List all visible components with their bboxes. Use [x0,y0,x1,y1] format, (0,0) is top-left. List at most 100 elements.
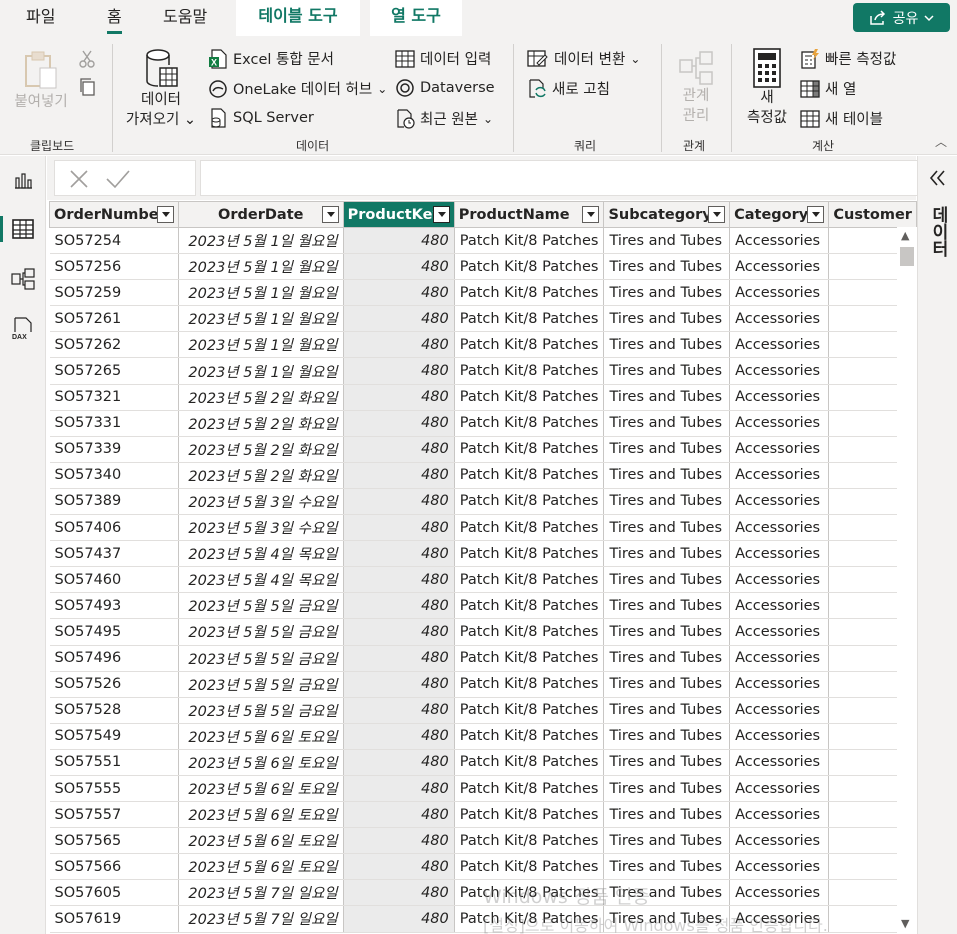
table-cell[interactable]: Tires and Tubes [603,384,731,411]
get-data-button[interactable]: 데이터 가져오기 ⌄ [120,48,202,130]
table-cell[interactable]: Accessories [729,436,830,463]
table-cell[interactable]: Patch Kit/8 Patches [454,410,605,437]
new-column-button[interactable]: 새 열 [800,78,856,99]
table-cell[interactable]: 2023년 5월 5일 금요일 [178,592,344,620]
table-row[interactable]: SO57261 2023년 5월 1일 월요일 480 Patch Kit/8 Pat… [49,305,917,333]
table-cell[interactable]: 480 [343,827,455,855]
new-measure-button[interactable]: 새 측정값 [738,48,796,128]
table-cell[interactable]: Tires and Tubes [603,697,731,724]
table-cell[interactable]: SO57555 [49,775,179,803]
table-cell[interactable]: SO57262 [49,331,179,359]
table-cell[interactable]: SO57259 [49,279,179,307]
column-header[interactable]: Category [729,201,830,228]
column-header[interactable]: Customer [828,201,917,228]
table-cell[interactable]: Tires and Tubes [603,723,731,750]
tab-help[interactable]: 도움말 [163,5,207,35]
table-cell[interactable]: SO57528 [49,697,179,724]
table-cell[interactable]: Accessories [729,279,830,307]
table-cell[interactable]: 480 [343,566,455,594]
table-cell[interactable]: Accessories [729,723,830,750]
table-cell[interactable]: 480 [343,697,455,724]
table-cell[interactable]: Patch Kit/8 Patches [454,514,605,542]
table-cell[interactable]: SO57557 [49,801,179,829]
table-cell[interactable]: Patch Kit/8 Patches [454,775,605,803]
table-cell[interactable]: Accessories [729,357,830,385]
table-row[interactable]: SO57339 2023년 5월 2일 화요일 480 Patch Kit/8 Pat… [49,436,917,463]
table-cell[interactable]: Accessories [729,384,830,411]
sql-server-button[interactable]: SQL Server [208,108,314,128]
table-cell[interactable]: 2023년 5월 3일 수요일 [178,514,344,542]
table-cell[interactable]: SO57437 [49,540,179,568]
table-cell[interactable]: Tires and Tubes [603,279,731,307]
table-cell[interactable]: 480 [343,853,455,881]
table-row[interactable]: SO57259 2023년 5월 1일 월요일 480 Patch Kit/8 Pat… [49,279,917,307]
column-header[interactable]: ProductKey [342,201,455,228]
table-cell[interactable]: Tires and Tubes [603,853,731,881]
table-row[interactable]: SO57340 2023년 5월 2일 화요일 480 Patch Kit/8 Pat… [49,462,917,489]
table-row[interactable]: SO57551 2023년 5월 6일 토요일 480 Patch Kit/8 Pat… [49,749,917,776]
vertical-scrollbar[interactable]: ▲ ▼ [897,227,917,934]
table-cell[interactable]: Tires and Tubes [603,540,731,568]
table-row[interactable]: SO57555 2023년 5월 6일 토요일 480 Patch Kit/8 Pat… [49,775,917,803]
table-cell[interactable]: 480 [343,801,455,829]
table-cell[interactable]: 480 [343,671,455,698]
table-cell[interactable]: Tires and Tubes [603,488,731,516]
table-cell[interactable]: SO57551 [49,749,179,776]
filter-dropdown-icon[interactable] [321,206,339,223]
cut-icon[interactable] [78,50,96,72]
table-cell[interactable]: Accessories [729,514,830,542]
table-cell[interactable]: Patch Kit/8 Patches [454,305,605,333]
table-cell[interactable]: 480 [343,749,455,776]
table-cell[interactable]: 2023년 5월 6일 토요일 [178,749,344,776]
table-cell[interactable]: 2023년 5월 3일 수요일 [178,488,344,516]
table-cell[interactable]: SO57460 [49,566,179,594]
excel-workbook-button[interactable]: X Excel 통합 문서 [208,48,334,69]
table-cell[interactable]: 480 [343,540,455,568]
tab-column-tools[interactable]: 열 도구 [370,0,462,36]
table-cell[interactable]: Patch Kit/8 Patches [454,671,605,698]
table-cell[interactable]: 2023년 5월 6일 토요일 [178,853,344,881]
table-cell[interactable]: 480 [343,514,455,542]
collapse-ribbon-icon[interactable]: ︿ [935,133,947,150]
share-button[interactable]: 공유 [853,3,950,32]
table-cell[interactable]: SO57339 [49,436,179,463]
table-row[interactable]: SO57265 2023년 5월 1일 월요일 480 Patch Kit/8 Pat… [49,357,917,385]
paste-button[interactable]: 붙여넣기 [10,50,72,112]
table-cell[interactable]: Patch Kit/8 Patches [454,384,605,411]
table-row[interactable]: SO57528 2023년 5월 5일 금요일 480 Patch Kit/8 Pat… [49,697,917,724]
table-cell[interactable]: Patch Kit/8 Patches [454,618,605,646]
table-row[interactable]: SO57565 2023년 5월 6일 토요일 480 Patch Kit/8 Pat… [49,827,917,855]
table-cell[interactable]: 2023년 5월 6일 토요일 [178,775,344,803]
table-cell[interactable]: Accessories [729,827,830,855]
table-cell[interactable]: 2023년 5월 2일 화요일 [178,436,344,463]
report-view-icon[interactable] [0,160,46,202]
table-row[interactable]: SO57495 2023년 5월 5일 금요일 480 Patch Kit/8 Pat… [49,618,917,646]
table-cell[interactable]: Tires and Tubes [603,566,731,594]
table-cell[interactable]: Accessories [729,801,830,829]
table-cell[interactable]: Tires and Tubes [603,592,731,620]
table-cell[interactable]: 2023년 5월 2일 화요일 [178,462,344,489]
table-cell[interactable]: 2023년 5월 6일 토요일 [178,723,344,750]
recent-sources-button[interactable]: 최근 원본 ⌄ [395,108,493,129]
scroll-thumb[interactable] [900,247,914,266]
table-cell[interactable]: SO57605 [49,879,179,907]
table-cell[interactable]: Patch Kit/8 Patches [454,357,605,385]
table-cell[interactable]: SO57254 [49,227,179,255]
table-cell[interactable]: 2023년 5월 5일 금요일 [178,645,344,672]
table-cell[interactable]: Accessories [729,331,830,359]
tab-home[interactable]: 홈 [107,5,122,35]
table-cell[interactable]: Accessories [729,488,830,516]
table-cell[interactable]: Patch Kit/8 Patches [454,723,605,750]
tab-file[interactable]: 파일 [26,5,55,35]
scroll-up-icon[interactable]: ▲ [901,229,909,242]
table-cell[interactable]: Tires and Tubes [603,671,731,698]
table-row[interactable]: SO57557 2023년 5월 6일 토요일 480 Patch Kit/8 Pat… [49,801,917,829]
table-cell[interactable]: Tires and Tubes [603,645,731,672]
table-cell[interactable]: 480 [343,905,455,933]
table-view-icon[interactable] [0,208,46,250]
table-cell[interactable]: 480 [343,227,455,255]
table-cell[interactable]: 480 [343,331,455,359]
table-cell[interactable]: Tires and Tubes [603,253,731,281]
dax-query-view-icon[interactable]: DAX [0,308,46,350]
table-cell[interactable]: Accessories [729,462,830,489]
